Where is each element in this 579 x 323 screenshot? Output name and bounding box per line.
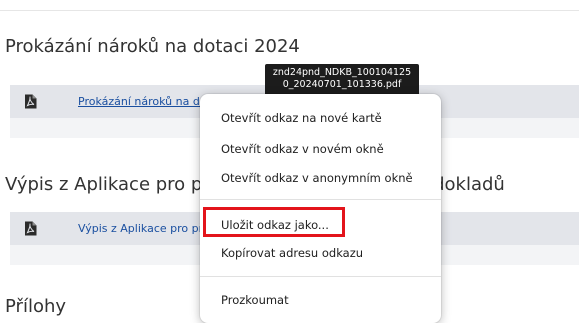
highlight-annotation (203, 207, 345, 237)
link-tooltip: znd24pnd_NDKB_100104125 0_20240701_10133… (265, 64, 419, 98)
menu-item-copy-link-address[interactable]: Kopírovat adresu odkazu (200, 240, 441, 266)
menu-item-open-new-tab[interactable]: Otevřít odkaz na nové kartě (200, 105, 441, 131)
pdf-file-icon (24, 221, 37, 236)
menu-item-open-incognito[interactable]: Otevřít odkaz v anonymním okně (200, 165, 441, 191)
menu-item-inspect[interactable]: Prozkoumat (200, 287, 441, 313)
section-heading-prilohy: Přílohy (5, 296, 67, 317)
tooltip-line: 0_20240701_101336.pdf (282, 79, 402, 90)
top-divider (0, 10, 579, 11)
pdf-file-icon (24, 94, 37, 109)
menu-separator (200, 199, 441, 200)
menu-item-open-new-window[interactable]: Otevřít odkaz v novém okně (200, 136, 441, 162)
section-heading-prokazani: Prokázání nároků na dotaci 2024 (5, 36, 300, 57)
menu-separator (200, 276, 441, 277)
tooltip-line: znd24pnd_NDKB_100104125 (272, 67, 412, 78)
